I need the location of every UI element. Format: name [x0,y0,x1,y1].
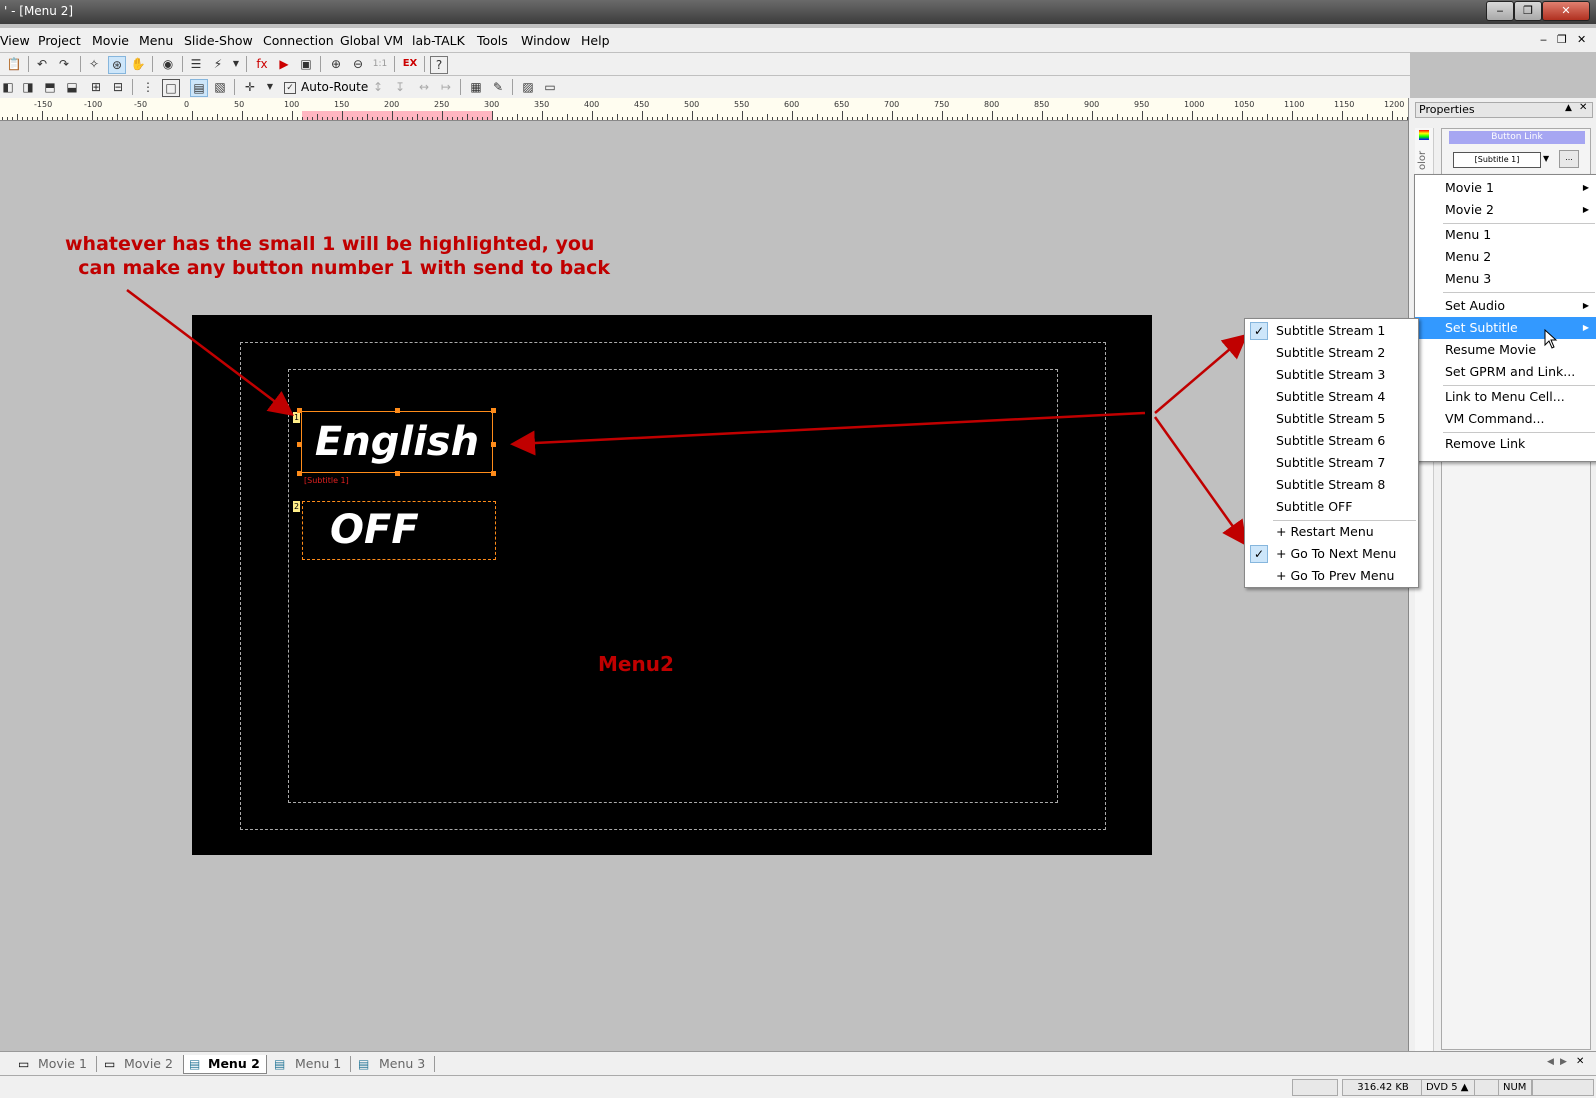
menu-item-subtitle-stream-6[interactable]: Subtitle Stream 6 [1245,430,1418,452]
menu-item-subtitle-stream-4[interactable]: Subtitle Stream 4 [1245,386,1418,408]
menu-item-subtitle-stream-1[interactable]: ✓ Subtitle Stream 1 [1245,320,1418,342]
menu-item-movie-2[interactable]: Movie 2 ▶ [1415,199,1596,221]
document-tabs: ▭ Movie 1 ▭ Movie 2 Menu 2 ▤ ▤ Menu 1 ▤ … [0,1051,1596,1076]
menu-item-set-audio[interactable]: Set Audio ▶ [1415,295,1596,317]
menu-item-subtitle-stream-3[interactable]: Subtitle Stream 3 [1245,364,1418,386]
check-icon: ✓ [1250,322,1268,340]
menu-item-remove-link[interactable]: Remove Link [1415,433,1596,455]
check-icon: ✓ [1250,545,1268,563]
menu-item-movie-1[interactable]: Movie 1 ▶ [1415,177,1596,199]
mouse-cursor-icon [1544,329,1558,349]
menu-item-subtitle-stream-8[interactable]: Subtitle Stream 8 [1245,474,1418,496]
tab-movie-1[interactable]: Movie 1 [38,1055,87,1073]
status-bar: 316.42 KB DVD 5 ▲ NUM [0,1075,1596,1098]
tab-menu-3[interactable]: Menu 3 [379,1055,425,1073]
tab-menu-1[interactable]: Menu 1 [295,1055,341,1073]
arrow-to-next-menu [1153,416,1247,547]
menu-item-subtitle-stream-2[interactable]: Subtitle Stream 2 [1245,342,1418,364]
tab-movie-2[interactable]: Movie 2 [124,1055,173,1073]
subtitle-submenu: ✓ Subtitle Stream 1 Subtitle Stream 2 Sub… [1244,318,1419,588]
menu-item-menu-1[interactable]: Menu 1 [1415,224,1596,246]
menu-item-resume-movie[interactable]: Resume Movie [1415,339,1596,361]
menu-item-restart-menu[interactable]: + Restart Menu [1245,521,1418,543]
menu-tab-icon: ▤ [358,1057,370,1071]
tab-scroll-left-icon[interactable]: ◀ [1547,1057,1554,1067]
menu-item-vm-command[interactable]: VM Command... [1415,408,1596,430]
menu-item-set-subtitle[interactable]: Set Subtitle ▶ [1415,317,1596,339]
tab-scroll-right-icon[interactable]: ▶ [1560,1057,1567,1067]
tab-close-icon[interactable]: ✕ [1576,1056,1584,1067]
menu-item-subtitle-off[interactable]: Subtitle OFF [1245,496,1418,518]
arrow-to-english-button [510,411,1146,456]
menu-item-link-menu-cell[interactable]: Link to Menu Cell... [1415,386,1596,408]
arrow-to-button-number [126,289,294,417]
menu-item-menu-3[interactable]: Menu 3 [1415,268,1596,290]
menu-item-menu-2[interactable]: Menu 2 [1415,246,1596,268]
movie-tab-icon: ▭ [18,1057,30,1071]
link-context-menu: Movie 1 ▶ Movie 2 ▶ Menu 1 Menu 2 Menu 3 S… [1414,174,1596,462]
project-size: 316.42 KB [1342,1079,1424,1096]
num-lock-indicator: NUM [1498,1079,1532,1096]
disc-type-select[interactable]: DVD 5 ▲ [1421,1079,1475,1096]
arrow-to-subtitle-stream-1 [1154,333,1248,414]
movie-tab-icon: ▭ [104,1057,116,1071]
menu-tab-icon: ▤ [189,1057,201,1071]
menu-item-subtitle-stream-7[interactable]: Subtitle Stream 7 [1245,452,1418,474]
menu-item-go-to-prev-menu[interactable]: + Go To Prev Menu [1245,565,1418,587]
menu-item-subtitle-stream-5[interactable]: Subtitle Stream 5 [1245,408,1418,430]
menu-tab-icon: ▤ [274,1057,286,1071]
menu-item-go-to-next-menu[interactable]: ✓ + Go To Next Menu [1245,543,1418,565]
menu-item-set-gprm[interactable]: Set GPRM and Link... [1415,361,1596,383]
